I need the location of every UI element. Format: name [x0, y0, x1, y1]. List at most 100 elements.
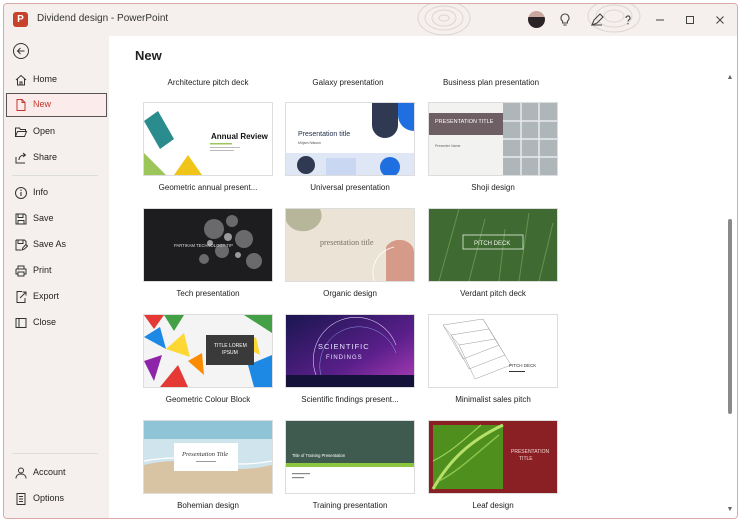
template-verdant[interactable]: PITCH DECK [428, 208, 558, 282]
sidebar-item-label: Account [33, 467, 66, 477]
template-label[interactable]: Scientific findings present... [275, 395, 425, 404]
sidebar-item-save[interactable]: Save [4, 207, 109, 231]
thumb-title: Presentation Title [181, 451, 228, 458]
maximize-icon[interactable] [682, 12, 698, 28]
sidebar-item-share[interactable]: Share [4, 146, 109, 170]
template-scientific-findings[interactable]: SCIENTIFIC FINDINGS [285, 314, 415, 388]
thumb-title-line2: TITLE [519, 456, 533, 462]
export-icon [16, 291, 27, 303]
template-label[interactable]: Verdant pitch deck [418, 289, 568, 298]
save-as-icon [15, 239, 28, 251]
thumb-title: Title of Training Presentation [292, 453, 346, 458]
powerpoint-window: P Dividend design - PowerPoint Home New … [3, 3, 738, 519]
thumb-subtitle: Mirjam Nilsson [298, 141, 321, 145]
template-label[interactable]: Galaxy presentation [278, 78, 418, 87]
title-bar: P Dividend design - PowerPoint [4, 4, 737, 36]
template-geometric-annual[interactable]: Annual Review [143, 102, 273, 176]
thumb-title: Presentation title [298, 131, 350, 138]
backstage-sidebar: Home New Open Share Info Save Save As Pr… [4, 36, 109, 518]
template-thumbnail: PRESENTATION TITLE Presenter Name [429, 103, 557, 175]
template-bohemian[interactable]: Presentation Title [143, 420, 273, 494]
new-document-icon [16, 99, 26, 111]
template-label[interactable]: Shoji design [418, 183, 568, 192]
template-thumbnail: PITCH DECK [429, 209, 557, 281]
template-leaf[interactable]: PRESENTATION TITLE [428, 420, 558, 494]
template-universal[interactable]: Presentation title Mirjam Nilsson [285, 102, 415, 176]
sidebar-item-close[interactable]: Close [4, 311, 109, 335]
thumb-title: Annual Review [211, 132, 269, 141]
template-thumbnail: PITCH DECK [429, 315, 557, 387]
template-geometric-colour-block[interactable]: TITLE LOREM IPSUM [143, 314, 273, 388]
new-presentation-pane: New Architecture pitch deck Galaxy prese… [109, 36, 737, 518]
sidebar-item-export[interactable]: Export [4, 285, 109, 309]
minimize-icon[interactable] [652, 12, 668, 28]
window-title: Dividend design - PowerPoint [37, 13, 169, 24]
template-label[interactable]: Training presentation [275, 501, 425, 510]
powerpoint-logo-icon: P [13, 12, 28, 27]
thumb-title-line2: FINDINGS [326, 355, 363, 361]
lightbulb-icon[interactable] [557, 12, 573, 28]
close-document-icon [15, 318, 27, 328]
sidebar-item-print[interactable]: Print [4, 259, 109, 283]
thumb-title: SCIENTIFIC [318, 342, 370, 351]
sidebar-item-home[interactable]: Home [4, 68, 109, 92]
sidebar-item-save-as[interactable]: Save As [4, 233, 109, 257]
account-avatar[interactable] [528, 11, 545, 28]
sidebar-item-label: Info [33, 187, 49, 197]
help-icon[interactable] [620, 12, 636, 28]
template-label[interactable]: Geometric annual present... [133, 183, 283, 192]
template-thumbnail: TITLE LOREM IPSUM [144, 315, 272, 387]
template-thumbnail: presentation title [286, 209, 414, 281]
sidebar-item-new[interactable]: New [6, 93, 107, 117]
template-label[interactable]: Business plan presentation [421, 78, 561, 87]
back-arrow-icon[interactable] [12, 42, 30, 60]
sidebar-item-label: Close [33, 317, 57, 327]
save-icon [15, 213, 27, 225]
sidebar-item-label: Share [33, 152, 58, 162]
account-icon [15, 467, 27, 479]
scroll-down-arrow-icon[interactable]: ▼ [726, 506, 734, 514]
pen-feedback-icon[interactable] [589, 12, 605, 28]
vertical-scrollbar[interactable]: ▲ ▼ [725, 74, 735, 514]
template-thumbnail: PARTIKAM TECHNOLOGY TIP [144, 209, 272, 281]
sidebar-item-label: Save [33, 213, 54, 223]
sidebar-item-label: Print [33, 265, 52, 275]
template-tech[interactable]: PARTIKAM TECHNOLOGY TIP [143, 208, 273, 282]
wood-ring-decoration-icon [417, 4, 471, 36]
template-training[interactable]: Title of Training Presentation [285, 420, 415, 494]
template-organic[interactable]: presentation title [285, 208, 415, 282]
scroll-up-arrow-icon[interactable]: ▲ [726, 74, 734, 82]
share-icon [15, 152, 27, 164]
template-thumbnail: Annual Review [144, 103, 272, 175]
template-label[interactable]: Bohemian design [133, 501, 283, 510]
options-icon [16, 493, 26, 505]
sidebar-divider [12, 453, 98, 454]
template-thumbnail: PRESENTATION TITLE [429, 421, 557, 493]
thumb-title: PITCH DECK [509, 363, 536, 368]
template-thumbnail: SCIENTIFIC FINDINGS [286, 315, 414, 387]
info-icon [15, 187, 27, 199]
template-label[interactable]: Minimalist sales pitch [418, 395, 568, 404]
template-shoji[interactable]: PRESENTATION TITLE Presenter Name [428, 102, 558, 176]
thumb-title: PITCH DECK [474, 241, 510, 247]
template-thumbnail: Presentation title Mirjam Nilsson [286, 103, 414, 175]
close-window-icon[interactable] [712, 12, 728, 28]
scrollbar-thumb[interactable] [728, 219, 732, 414]
sidebar-item-options[interactable]: Options [4, 487, 109, 511]
template-label[interactable]: Architecture pitch deck [138, 78, 278, 87]
thumb-title: PRESENTATION TITLE [435, 119, 494, 125]
sidebar-item-info[interactable]: Info [4, 181, 109, 205]
template-label[interactable]: Organic design [275, 289, 425, 298]
thumb-title: PRESENTATION [511, 449, 550, 455]
template-label[interactable]: Geometric Colour Block [133, 395, 283, 404]
sidebar-item-label: Export [33, 291, 60, 301]
template-label[interactable]: Tech presentation [133, 289, 283, 298]
template-minimalist-sales[interactable]: PITCH DECK [428, 314, 558, 388]
sidebar-item-account[interactable]: Account [4, 461, 109, 485]
template-label[interactable]: Leaf design [418, 501, 568, 510]
template-label[interactable]: Universal presentation [275, 183, 425, 192]
thumb-title-line2: IPSUM [222, 350, 238, 356]
template-thumbnail: Title of Training Presentation [286, 421, 414, 493]
page-title: New [135, 48, 162, 63]
sidebar-item-open[interactable]: Open [4, 120, 109, 144]
